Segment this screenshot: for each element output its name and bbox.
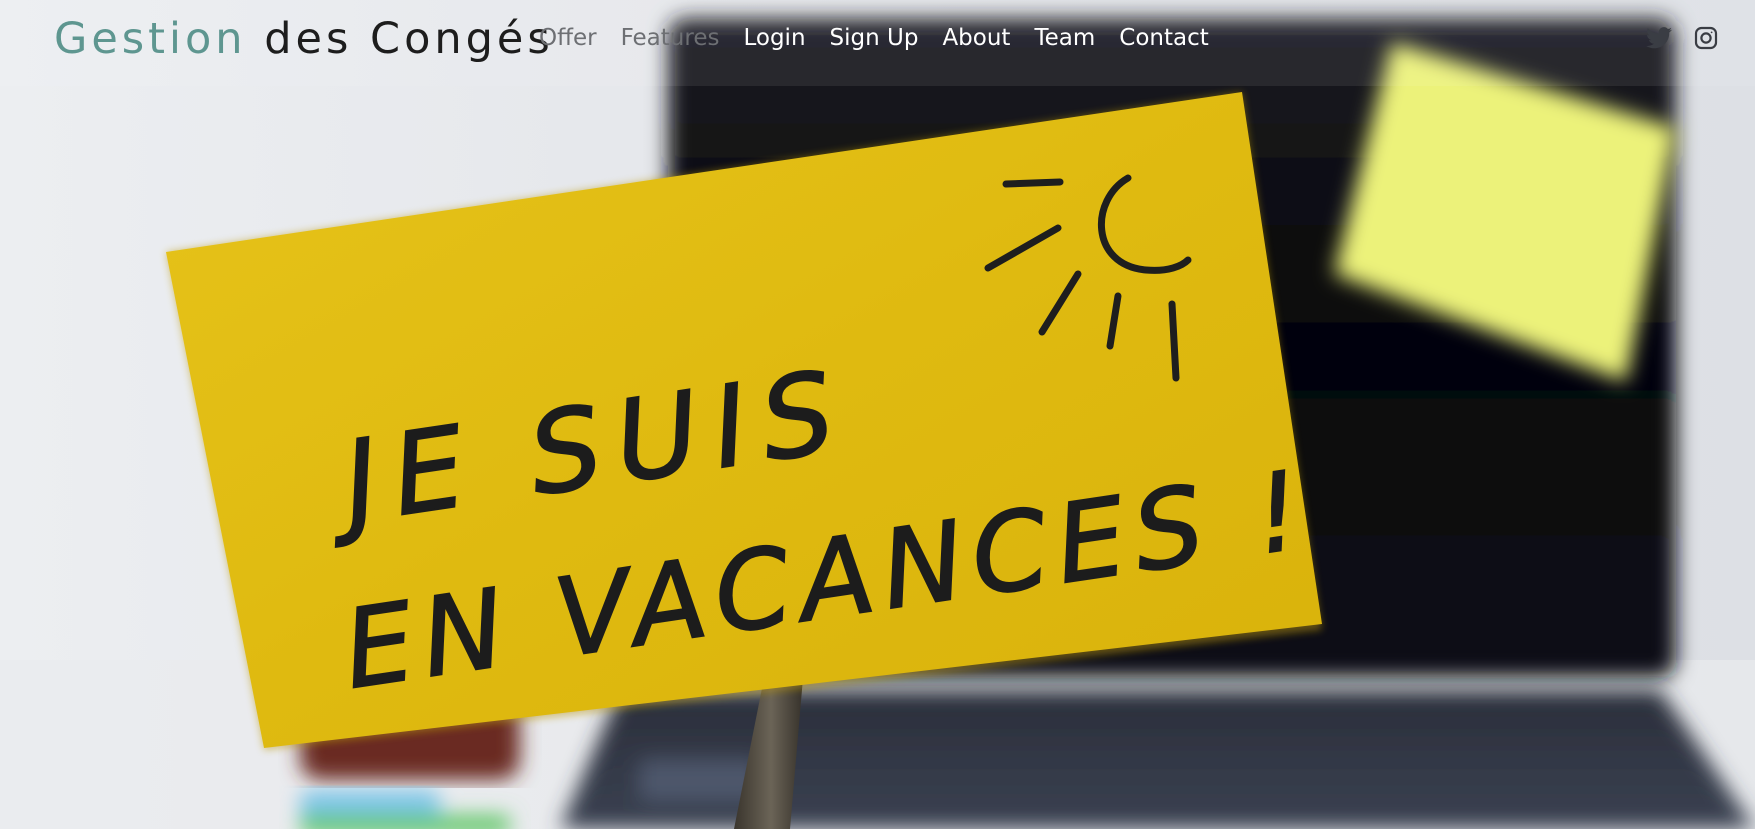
twitter-icon[interactable] [1645, 24, 1673, 52]
nav-about[interactable]: About [942, 22, 1010, 54]
top-navbar: Gestion des Congés Offer Features Login … [0, 0, 1755, 86]
instagram-icon[interactable] [1692, 24, 1720, 52]
nav-features[interactable]: Features [621, 22, 720, 54]
brand-part-1: Gestion [54, 14, 247, 64]
brand-part-2: des Congés [264, 14, 554, 64]
brand-logo[interactable]: Gestion des Congés [54, 14, 554, 64]
main-nav: Offer Features Login Sign Up About Team … [539, 22, 1209, 54]
nav-signup[interactable]: Sign Up [830, 22, 919, 54]
hero-background: JE SUIS EN VACANCES ! [0, 0, 1755, 829]
nav-team[interactable]: Team [1034, 22, 1095, 54]
nav-contact[interactable]: Contact [1119, 22, 1208, 54]
nav-login[interactable]: Login [743, 22, 805, 54]
nav-offer[interactable]: Offer [539, 22, 597, 54]
